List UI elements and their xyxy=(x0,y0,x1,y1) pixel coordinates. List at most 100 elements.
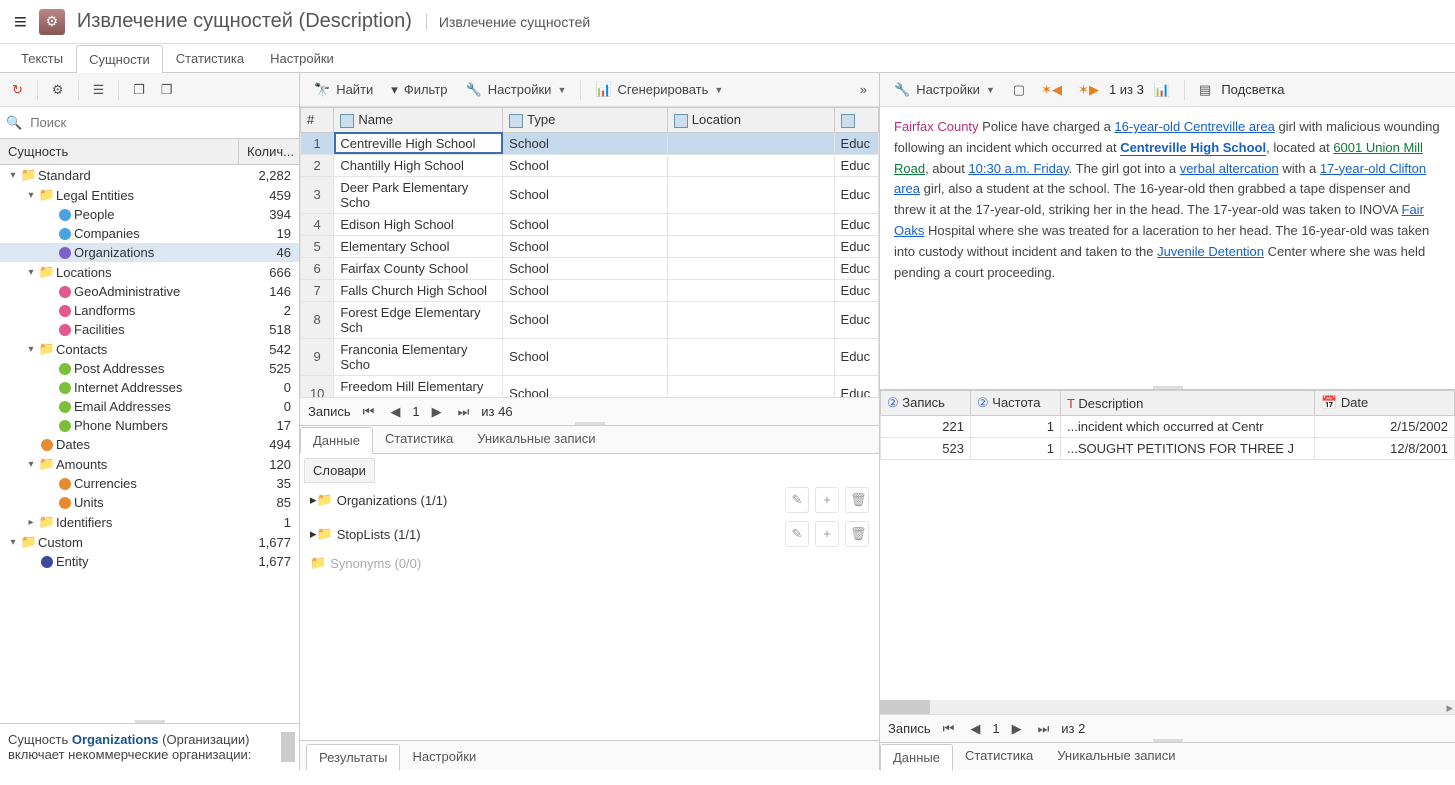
add-icon[interactable]: + xyxy=(815,487,839,513)
tree-item-Currencies[interactable]: Currencies35 xyxy=(0,474,299,493)
settings-button[interactable]: 🔧Настройки▼ xyxy=(458,78,575,102)
pager-last-icon[interactable]: ⏭ xyxy=(1034,719,1054,739)
tree-item-Companies[interactable]: Companies19 xyxy=(0,224,299,243)
table-row[interactable]: 6Fairfax County SchoolSchoolEduc xyxy=(301,257,879,279)
pager-prev-icon[interactable]: ◀ xyxy=(386,402,404,422)
generate-button[interactable]: 📊Сгенерировать▼ xyxy=(587,78,731,102)
h-scrollbar[interactable]: ▸ xyxy=(880,700,1455,714)
table-row[interactable]: 5Elementary SchoolSchoolEduc xyxy=(301,235,879,257)
tree-item-GeoAdministrative[interactable]: GeoAdministrative146 xyxy=(0,282,299,301)
dict-item[interactable]: ▸📁Organizations (1/1)✎+🗑 xyxy=(304,483,875,517)
col-description[interactable]: T Description xyxy=(1061,391,1315,416)
tree-item-Locations[interactable]: ▾📁Locations666 xyxy=(0,262,299,282)
tree-item-Standard[interactable]: ▾📁Standard2,282 xyxy=(0,165,299,185)
bottom-tab-Результаты[interactable]: Результаты xyxy=(306,744,400,770)
star-right-icon[interactable]: ✶▶ xyxy=(1072,78,1105,102)
tree-item-Amounts[interactable]: ▾📁Amounts120 xyxy=(0,454,299,474)
dict-item[interactable]: 📁Synonyms (0/0) xyxy=(304,551,875,575)
highlight-icon[interactable]: ▤ xyxy=(1193,78,1217,102)
subtab-Уникальные записи[interactable]: Уникальные записи xyxy=(1045,743,1187,770)
delete-icon[interactable]: 🗑 xyxy=(845,487,869,513)
pager-prev-icon[interactable]: ◀ xyxy=(966,719,984,739)
subtab-Статистика[interactable]: Статистика xyxy=(373,426,465,453)
delete-icon[interactable]: 🗑 xyxy=(845,521,869,547)
settings-button[interactable]: 🔧Настройки▼ xyxy=(886,78,1003,102)
tree-item-Custom[interactable]: ▾📁Custom1,677 xyxy=(0,532,299,552)
gear-icon[interactable]: ⚙ xyxy=(46,78,70,102)
tab-Настройки[interactable]: Настройки xyxy=(257,44,347,72)
tab-Тексты[interactable]: Тексты xyxy=(8,44,76,72)
tab-Сущности[interactable]: Сущности xyxy=(76,45,163,73)
dict-header[interactable]: Словари xyxy=(304,458,375,483)
pager-first-icon[interactable]: ⏮ xyxy=(359,402,379,422)
tree-item-Facilities[interactable]: Facilities518 xyxy=(0,320,299,339)
col-type[interactable]: Type xyxy=(503,108,668,133)
table-row[interactable]: 10Freedom Hill Elementary ScSchoolEduc xyxy=(301,375,879,397)
filter-button[interactable]: ▾Фильтр xyxy=(383,78,455,102)
pager-first-icon[interactable]: ⏮ xyxy=(939,719,959,739)
table-row[interactable]: 2211...incident which occurred at Centr2… xyxy=(881,416,1455,438)
copy-all-icon[interactable]: ❐ xyxy=(155,78,179,102)
tree-item-Post Addresses[interactable]: Post Addresses525 xyxy=(0,359,299,378)
expand-icon[interactable]: ▾ xyxy=(24,267,38,278)
search-input[interactable] xyxy=(26,111,293,134)
tree-item-Dates[interactable]: Dates494 xyxy=(0,435,299,454)
subtab-Данные[interactable]: Данные xyxy=(300,427,373,454)
tree-item-Internet Addresses[interactable]: Internet Addresses0 xyxy=(0,378,299,397)
col-date[interactable]: 📅 Date xyxy=(1315,391,1455,416)
menu-icon[interactable]: ≡ xyxy=(8,5,33,39)
tree-item-Legal Entities[interactable]: ▾📁Legal Entities459 xyxy=(0,185,299,205)
pager-last-icon[interactable]: ⏭ xyxy=(454,402,474,422)
add-icon[interactable]: + xyxy=(815,521,839,547)
table-row[interactable]: 3Deer Park Elementary SchoSchoolEduc xyxy=(301,176,879,213)
copy-icon[interactable]: ❐ xyxy=(127,78,151,102)
table-row[interactable]: 4Edison High SchoolSchoolEduc xyxy=(301,213,879,235)
table-row[interactable]: 7Falls Church High SchoolSchoolEduc xyxy=(301,279,879,301)
col-extra[interactable] xyxy=(834,108,878,133)
tree-item-Email Addresses[interactable]: Email Addresses0 xyxy=(0,397,299,416)
chart-icon[interactable]: 📊 xyxy=(1148,78,1176,102)
edit-icon[interactable]: ✎ xyxy=(785,521,809,547)
expand-icon[interactable]: ▾ xyxy=(6,537,20,548)
table-row[interactable]: 2Chantilly High SchoolSchoolEduc xyxy=(301,154,879,176)
highlight-label[interactable]: Подсветка xyxy=(1221,82,1284,97)
tree-item-People[interactable]: People394 xyxy=(0,205,299,224)
tree-item-Organizations[interactable]: Organizations46 xyxy=(0,243,299,262)
subtab-Уникальные записи[interactable]: Уникальные записи xyxy=(465,426,607,453)
col-entity[interactable]: Сущность xyxy=(0,139,239,164)
pager-next-icon[interactable]: ▶ xyxy=(428,402,446,422)
tree-item-Contacts[interactable]: ▾📁Contacts542 xyxy=(0,339,299,359)
expand-icon[interactable]: ▾ xyxy=(6,170,20,181)
tree-item-Phone Numbers[interactable]: Phone Numbers17 xyxy=(0,416,299,435)
tree-item-Entity[interactable]: Entity1,677 xyxy=(0,552,299,571)
tree-item-Identifiers[interactable]: ▸📁Identifiers1 xyxy=(0,512,299,532)
table-row[interactable]: 8Forest Edge Elementary SchSchoolEduc xyxy=(301,301,879,338)
tree-item-Units[interactable]: Units85 xyxy=(0,493,299,512)
table-row[interactable]: 5231...SOUGHT PETITIONS FOR THREE J12/8/… xyxy=(881,438,1455,460)
table-row[interactable]: 1Centreville High SchoolSchoolEduc xyxy=(301,132,879,154)
table-row[interactable]: 9Franconia Elementary SchoSchoolEduc xyxy=(301,338,879,375)
refresh-icon[interactable]: ↻ xyxy=(6,78,29,102)
col-frequency[interactable]: ② Частота xyxy=(971,391,1061,416)
col-num[interactable]: # xyxy=(301,108,334,133)
subtab-Данные[interactable]: Данные xyxy=(880,744,953,771)
col-location[interactable]: Location xyxy=(667,108,834,133)
subtab-Статистика[interactable]: Статистика xyxy=(953,743,1045,770)
bottom-tab-Настройки[interactable]: Настройки xyxy=(400,744,488,770)
expand-icon[interactable]: ▾ xyxy=(24,459,38,470)
expand-icon[interactable]: ▾ xyxy=(24,190,38,201)
find-button[interactable]: 🔭Найти xyxy=(306,78,381,102)
list-icon[interactable]: ☰ xyxy=(87,78,111,102)
col-name[interactable]: Name xyxy=(334,108,503,133)
edit-icon[interactable]: ✎ xyxy=(785,487,809,513)
scrollbar[interactable] xyxy=(281,732,295,762)
star-left-icon[interactable]: ✶◀ xyxy=(1035,78,1068,102)
expand-icon[interactable]: ▾ xyxy=(24,344,38,355)
dict-item[interactable]: ▸📁StopLists (1/1)✎+🗑 xyxy=(304,517,875,551)
window-icon[interactable]: ▢ xyxy=(1007,78,1031,102)
col-count[interactable]: Колич... xyxy=(239,139,299,164)
col-record[interactable]: ② Запись xyxy=(881,391,971,416)
more-icon[interactable]: » xyxy=(854,78,873,101)
pager-next-icon[interactable]: ▶ xyxy=(1008,719,1026,739)
tab-Статистика[interactable]: Статистика xyxy=(163,44,257,72)
